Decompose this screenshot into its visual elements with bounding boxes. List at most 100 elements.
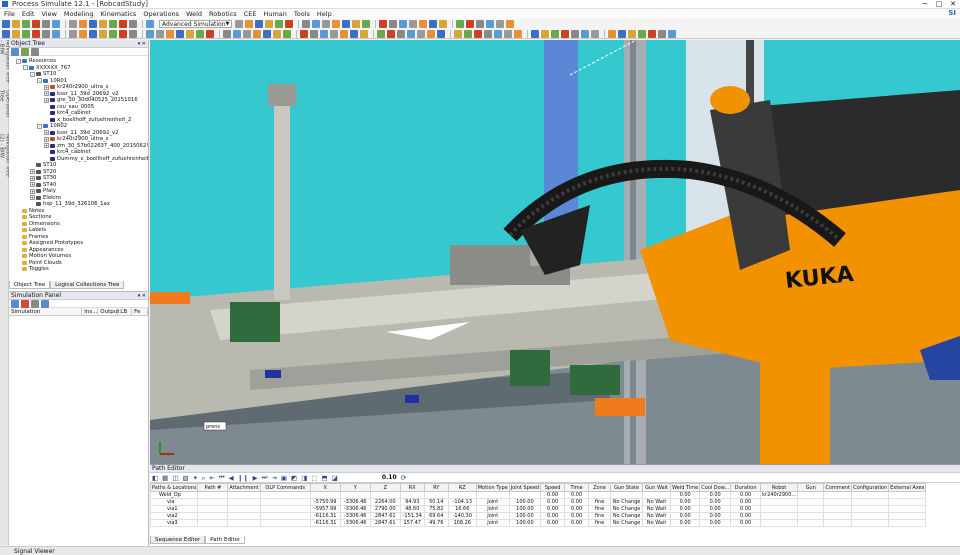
toolbar-tool-icon[interactable] [551,29,559,38]
path-editor-tool-icon[interactable]: ⬒ [322,474,328,482]
toolbar-tool-icon[interactable] [69,20,77,28]
toolbar-tool-icon[interactable] [265,20,274,28]
add-icon[interactable] [11,299,19,308]
grid-cell[interactable]: via2 [149,512,199,520]
expand-icon[interactable] [41,299,49,308]
grid-cell[interactable] [823,498,853,506]
toolbar-tool-icon[interactable] [340,29,348,38]
grid-cell[interactable] [588,491,612,499]
column-header[interactable]: RZ [447,483,477,492]
grid-cell[interactable]: 0.00 [564,512,590,520]
grid-cell[interactable]: 0.00 [670,491,701,499]
toolbar-tool-icon[interactable] [399,20,408,28]
grid-cell[interactable]: 0.00 [699,512,732,520]
remove-icon[interactable] [21,299,29,308]
path-editor-tool-icon[interactable]: ⇥ [271,474,276,482]
toolbar-tool-icon[interactable] [69,29,77,38]
column-header[interactable]: X [309,483,341,492]
menu-view[interactable]: View [41,10,56,18]
toolbar-tool-icon[interactable] [206,29,214,38]
toolbar-tool-icon[interactable] [332,20,341,28]
toolbar-tool-icon[interactable] [89,20,97,28]
grid-cell[interactable]: 2790.00 [369,505,401,513]
grid-cell[interactable]: 2264.00 [369,498,401,506]
menu-tools[interactable]: Tools [294,10,310,18]
path-editor-tool-icon[interactable]: ⏭ [262,473,268,482]
grid-cell[interactable] [642,491,672,499]
path-editor-tool-icon[interactable]: ▣ [281,474,287,482]
grid-cell[interactable]: -3306.46 [339,505,371,513]
toolbar-tool-icon[interactable] [409,20,418,28]
toolbar-tool-icon[interactable] [119,29,127,38]
path-editor-tool-icon[interactable]: ⇤ [209,474,214,482]
grid-cell[interactable]: 0.00 [540,519,566,527]
toolbar-tool-icon[interactable] [235,20,244,28]
toolbar-tool-icon[interactable] [456,20,465,28]
toolbar-tool-icon[interactable] [608,29,616,38]
column-header[interactable]: Z [369,483,401,492]
column-header[interactable]: Comment [823,483,853,492]
toolbar-tool-icon[interactable] [166,29,174,38]
toolbar-tool-icon[interactable] [42,29,50,38]
grid-cell[interactable]: Joint [475,498,510,506]
path-editor-tool-icon[interactable]: ❙❙ [238,474,249,482]
grid-cell[interactable]: 0.00 [699,491,732,499]
column-header[interactable]: Paths & Locations [149,483,199,492]
expand-icon[interactable]: + [44,84,49,90]
collapse-icon[interactable]: - [23,65,28,71]
col-lb[interactable]: LB [118,308,133,315]
grid-cell[interactable] [259,519,311,527]
toolbar-tool-icon[interactable] [360,29,368,38]
toolbar-tool-icon[interactable] [22,29,30,38]
grid-cell[interactable] [888,512,927,520]
expand-icon[interactable]: + [30,182,35,188]
toolbar-tool-icon[interactable] [494,29,502,38]
toolbar-tool-icon[interactable] [379,20,388,28]
column-header[interactable]: Motion Type [475,483,510,492]
toolbar-tool-icon[interactable] [109,29,117,38]
toolbar-tool-icon[interactable] [253,29,261,38]
settings-icon[interactable] [31,299,39,308]
column-header[interactable]: Gun State [610,483,644,492]
grid-cell[interactable] [851,498,890,506]
grid-cell[interactable]: 0.00 [699,498,732,506]
expand-icon[interactable]: + [30,175,35,181]
toolbar-tool-icon[interactable] [12,20,20,28]
toolbar-tool-icon[interactable] [320,29,328,38]
expand-icon[interactable]: + [30,195,35,201]
grid-cell[interactable]: fine [588,498,612,506]
grid-cell[interactable] [888,498,927,506]
column-header[interactable]: RX [399,483,425,492]
toolbar-tool-icon[interactable] [427,29,435,38]
grid-cell[interactable]: -140.30 [447,512,477,520]
grid-cell[interactable]: 0.00 [730,519,762,527]
toolbar-tool-icon[interactable] [496,20,505,28]
grid-cell[interactable]: 157.47 [399,519,425,527]
toolbar-tool-icon[interactable] [638,29,646,38]
toolbar-tool-icon[interactable] [283,29,291,38]
grid-cell[interactable] [508,491,542,499]
grid-cell[interactable] [823,505,853,513]
grid-cell[interactable]: No Change [610,505,644,513]
grid-cell[interactable]: Weld_Op [149,491,199,499]
path-editor-tool-icon[interactable]: ▧ [182,474,188,482]
grid-cell[interactable] [259,505,311,513]
toolbar-tool-icon[interactable] [300,29,308,38]
toolbar-tool-icon[interactable] [32,20,40,28]
table-row[interactable]: via2 -6116.31 -3306.46 2847.61 -151.34 69.64-… [149,512,927,520]
sim-speed-readout[interactable]: 0.10 [382,474,397,481]
refresh-icon[interactable]: ⟳ [401,474,407,482]
grid-cell[interactable]: 100.00 [508,505,542,513]
grid-cell[interactable] [259,491,311,499]
tab-logical-collections[interactable]: Logical Collections Tree [50,281,125,289]
toolbar-tool-icon[interactable] [245,20,254,28]
toolbar-tool-icon[interactable] [255,20,264,28]
toolbar-tool-icon[interactable] [119,20,127,28]
grid-cell[interactable] [227,491,261,499]
side-tab-navigation-biw-2[interactable]: Navigation Tree (2) - BIW [0,134,11,184]
collapse-icon[interactable] [21,47,29,56]
maximize-button[interactable]: □ [932,0,946,8]
toolbar-tool-icon[interactable] [531,29,539,38]
minimize-button[interactable]: ─ [918,0,932,8]
toolbar-tool-icon[interactable] [2,29,10,38]
